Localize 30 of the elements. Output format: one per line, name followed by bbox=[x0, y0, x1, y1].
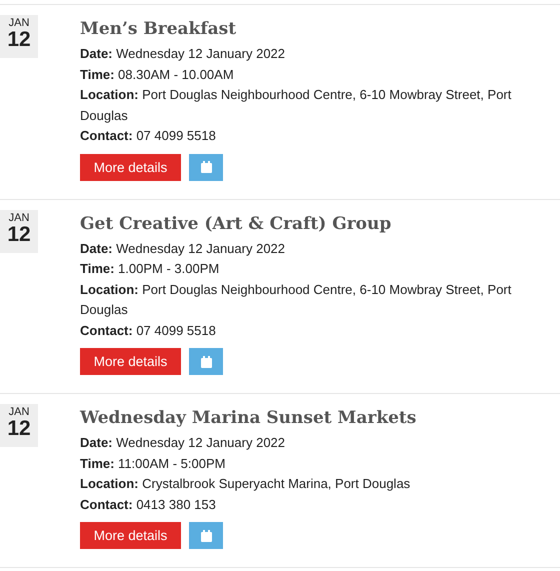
event-title: Wednesday Marina Sunset Markets bbox=[80, 407, 418, 430]
date-month: JAN bbox=[8, 212, 30, 224]
date-day: 12 bbox=[7, 224, 31, 246]
event-detail: Time: 1.00PM - 3.00PM bbox=[80, 260, 220, 278]
add-to-calendar-button[interactable] bbox=[189, 154, 223, 180]
event-detail: Location: Crystalbrook Superyacht Marina, Port Douglas bbox=[80, 475, 412, 493]
event-title: Men’s Breakfast bbox=[80, 18, 238, 41]
event-detail: Date: Wednesday 12 January 2022 bbox=[80, 45, 286, 63]
date-month: JAN bbox=[8, 406, 30, 418]
more-details-button[interactable]: More details bbox=[80, 522, 181, 549]
date-day: 12 bbox=[7, 418, 31, 440]
event-title: Get Creative (Art & Craft) Group bbox=[80, 212, 392, 236]
event-detail: Location: Port Douglas Neighbourhood Centre, 6-10 Mowbray Street, Port Douglas bbox=[80, 280, 512, 319]
event-detail: Time: 11:00AM - 5:00PM bbox=[80, 454, 226, 472]
event-detail: Contact: 07 4099 5518 bbox=[80, 127, 217, 145]
more-details-button[interactable]: More details bbox=[80, 348, 181, 375]
more-details-button[interactable]: More details bbox=[80, 154, 181, 180]
event-detail: Date: Wednesday 12 January 2022 bbox=[80, 240, 286, 258]
event-detail: Date: Wednesday 12 January 2022 bbox=[80, 434, 286, 452]
add-to-calendar-button[interactable] bbox=[189, 522, 223, 549]
event-detail: Contact: 0413 380 153 bbox=[80, 496, 217, 514]
add-to-calendar-button[interactable] bbox=[189, 348, 223, 375]
date-month: JAN bbox=[8, 17, 30, 29]
calendar-icon bbox=[200, 161, 212, 173]
calendar-icon bbox=[200, 356, 212, 368]
date-day: 12 bbox=[7, 29, 31, 51]
event-detail: Contact: 07 4099 5518 bbox=[80, 322, 217, 340]
event-detail: Time: 08.30AM - 10.00AM bbox=[80, 66, 235, 84]
calendar-icon bbox=[200, 530, 212, 542]
event-detail: Location: Port Douglas Neighbourhood Centre, 6-10 Mowbray Street, Port Douglas bbox=[80, 86, 512, 125]
